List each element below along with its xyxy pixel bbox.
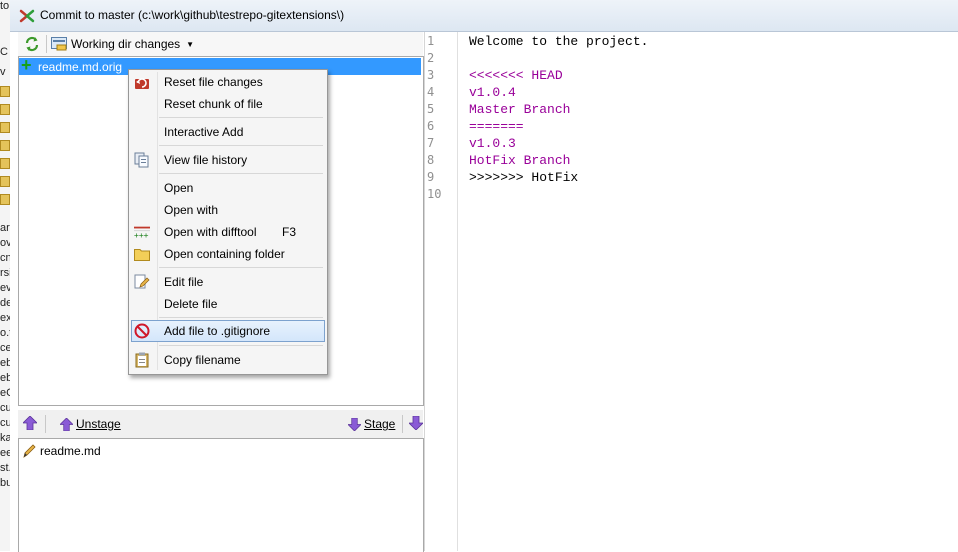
unstage-button[interactable]: Unstage bbox=[60, 415, 121, 433]
commit-dialog: Commit to master (c:\work\github\testrep… bbox=[10, 0, 958, 552]
line-number: 10 bbox=[427, 187, 442, 201]
line-number: 3 bbox=[427, 68, 435, 82]
menu-item-label: Open with difftool bbox=[164, 225, 257, 239]
menu-item-edit-file[interactable]: Edit file bbox=[131, 271, 325, 293]
menu-item-interactive-add[interactable]: Interactive Add bbox=[131, 121, 325, 143]
clipboard-icon bbox=[134, 352, 150, 368]
menu-item-delete-file[interactable]: Delete file bbox=[131, 293, 325, 315]
line-number: 9 bbox=[427, 170, 435, 184]
line-number-gutter: 1 2 3 4 5 6 7 8 9 10 bbox=[425, 32, 458, 551]
down-arrow-icon bbox=[348, 417, 361, 431]
staged-file-name: readme.md bbox=[40, 443, 101, 458]
folder-icon bbox=[0, 104, 10, 115]
menu-item-label: Delete file bbox=[164, 297, 218, 311]
menu-separator bbox=[159, 345, 323, 346]
folder-icon bbox=[0, 158, 10, 169]
reset-icon bbox=[134, 74, 150, 90]
diff-line: v1.0.3 bbox=[469, 136, 516, 151]
unstaged-toolbar: Working dir changes ▼ bbox=[18, 32, 423, 56]
diff-line: ======= bbox=[469, 119, 524, 134]
menu-item-label: Edit file bbox=[164, 275, 204, 289]
double-down-arrow-icon bbox=[409, 416, 423, 430]
title-bar[interactable]: Commit to master (c:\work\github\testrep… bbox=[10, 0, 958, 32]
stage-button[interactable]: Stage bbox=[348, 415, 395, 433]
menu-item-label: Add file to .gitignore bbox=[164, 324, 271, 338]
folder-icon bbox=[0, 176, 10, 187]
folder-icon bbox=[0, 86, 10, 97]
stage-toolbar: Unstage Stage bbox=[18, 410, 423, 438]
diff-viewer[interactable]: 1 2 3 4 5 6 7 8 9 10 Welcome to the project. <<<<<… bbox=[424, 32, 958, 551]
working-dir-icon bbox=[51, 37, 67, 51]
folder-icon bbox=[134, 246, 150, 262]
menu-separator bbox=[159, 173, 323, 174]
diff-line: HotFix Branch bbox=[469, 153, 571, 168]
unstage-label: Unstage bbox=[76, 417, 121, 431]
menu-item-label: Open bbox=[164, 181, 194, 195]
menu-item-open[interactable]: Open bbox=[131, 177, 325, 199]
menu-item-reset-file-changes[interactable]: Reset file changes bbox=[131, 71, 325, 93]
window-title: Commit to master (c:\work\github\testrep… bbox=[40, 8, 345, 22]
menu-separator bbox=[159, 145, 323, 146]
menu-item-label: Copy filename bbox=[164, 353, 241, 367]
staged-file-row[interactable]: readme.md bbox=[21, 442, 101, 459]
menu-item-open-containing-folder[interactable]: Open containing folder bbox=[131, 243, 325, 265]
chevron-down-icon: ▼ bbox=[186, 39, 195, 49]
svg-text:+++: +++ bbox=[134, 231, 149, 240]
folder-icon bbox=[0, 122, 10, 133]
difftool-icon: +++ bbox=[134, 224, 150, 240]
diff-line: v1.0.4 bbox=[469, 85, 516, 100]
no-entry-icon bbox=[134, 323, 150, 339]
stage-all-button[interactable] bbox=[408, 415, 424, 431]
double-up-arrow-icon bbox=[23, 416, 37, 430]
unstage-all-button[interactable] bbox=[22, 415, 38, 431]
menu-item-label: Open containing folder bbox=[164, 247, 285, 261]
menu-separator bbox=[159, 267, 323, 268]
folder-icon bbox=[0, 194, 10, 205]
diff-line: <<<<<<< HEAD bbox=[469, 68, 563, 83]
line-number: 6 bbox=[427, 119, 435, 133]
added-file-icon: + bbox=[21, 55, 32, 75]
refresh-button[interactable] bbox=[22, 34, 42, 54]
working-dir-label: Working dir changes bbox=[71, 37, 181, 51]
menu-item-reset-chunk-of-file[interactable]: Reset chunk of file bbox=[131, 93, 325, 115]
toolbar-separator bbox=[402, 415, 403, 433]
menu-item-label: Reset file changes bbox=[164, 75, 263, 89]
menu-item-open-with-difftool[interactable]: +++ Open with difftool F3 bbox=[131, 221, 325, 243]
edit-icon bbox=[134, 274, 150, 290]
up-arrow-icon bbox=[60, 417, 73, 431]
menu-item-label: Reset chunk of file bbox=[164, 97, 263, 111]
line-number: 5 bbox=[427, 102, 435, 116]
menu-item-label: Open with bbox=[164, 203, 219, 217]
toolbar-separator bbox=[46, 35, 47, 53]
working-dir-dropdown[interactable]: Working dir changes ▼ bbox=[51, 34, 194, 54]
line-number: 7 bbox=[427, 136, 435, 150]
line-number: 4 bbox=[427, 85, 435, 99]
file-context-menu: Reset file changes Reset chunk of file Int… bbox=[128, 69, 328, 375]
line-number: 1 bbox=[427, 34, 435, 48]
line-number: 8 bbox=[427, 153, 435, 167]
menu-item-copy-filename[interactable]: Copy filename bbox=[131, 349, 325, 371]
toolbar-separator bbox=[45, 415, 46, 433]
refresh-icon bbox=[25, 36, 39, 52]
menu-item-shortcut: F3 bbox=[282, 225, 297, 239]
menu-item-view-file-history[interactable]: View file history bbox=[131, 149, 325, 171]
menu-item-label: Interactive Add bbox=[164, 125, 244, 139]
menu-separator bbox=[159, 117, 323, 118]
menu-item-add-file-to-gitignore[interactable]: Add file to .gitignore bbox=[131, 320, 325, 342]
menu-item-label: View file history bbox=[164, 153, 248, 167]
folder-icon bbox=[0, 140, 10, 151]
diff-line: Welcome to the project. bbox=[469, 34, 649, 49]
menu-separator bbox=[159, 317, 323, 318]
stage-label: Stage bbox=[364, 417, 396, 431]
staged-file-list[interactable]: readme.md bbox=[18, 438, 424, 552]
line-number: 2 bbox=[427, 51, 435, 65]
history-icon bbox=[134, 152, 150, 168]
unstaged-file-name: readme.md.orig bbox=[38, 60, 123, 74]
git-extensions-logo-icon bbox=[19, 9, 35, 23]
menu-item-open-with[interactable]: Open with bbox=[131, 199, 325, 221]
pencil-icon bbox=[23, 443, 36, 458]
diff-line: Master Branch bbox=[469, 102, 571, 117]
diff-line: >>>>>>> HotFix bbox=[469, 170, 579, 185]
